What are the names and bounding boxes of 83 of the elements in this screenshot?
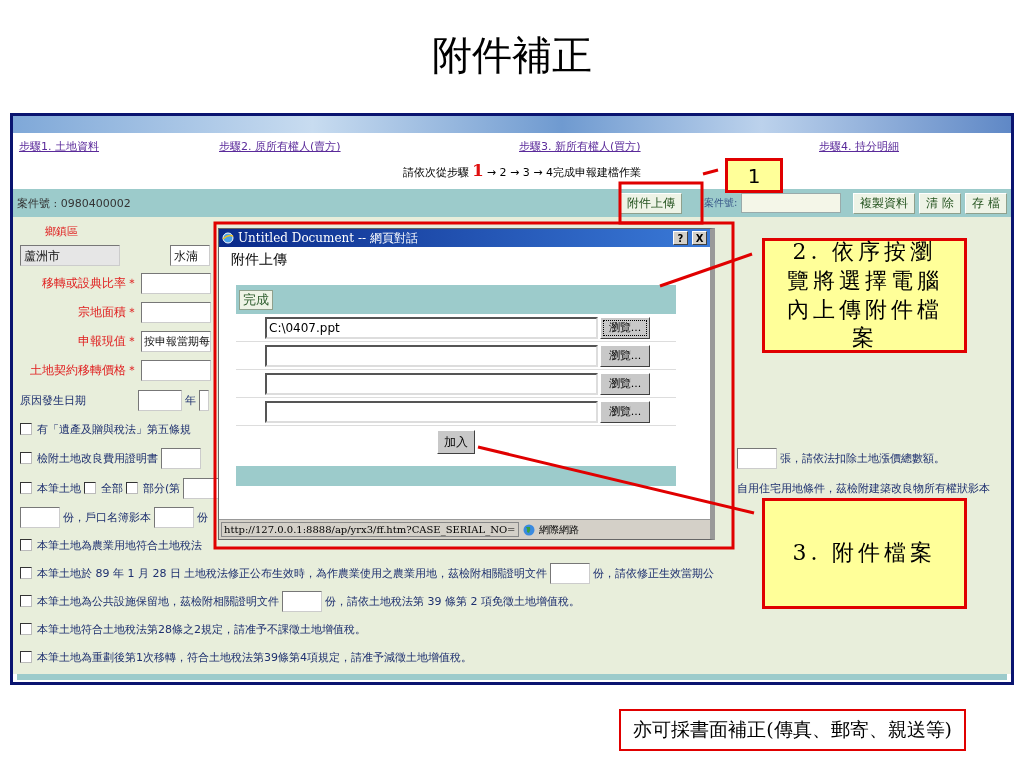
checkbox[interactable] (20, 452, 32, 464)
form-text: 本筆土地為重劃後第1次移轉，符合土地稅法第39條第4項規定，請准予減徵土地增值稅。 (37, 649, 472, 665)
browse-button[interactable]: 瀏覽... (600, 316, 650, 339)
close-button[interactable]: X (692, 231, 707, 245)
dialog-title: Untitled Document -- 網頁對話 (238, 229, 419, 247)
checkbox[interactable] (20, 595, 32, 607)
field-label: 原因發生日期 (20, 392, 87, 408)
input-field[interactable]: 水湳 (170, 244, 210, 266)
input-field[interactable] (550, 562, 591, 584)
checkbox[interactable] (20, 539, 32, 551)
step-link[interactable]: 步驟4. 持分明細 (819, 140, 899, 153)
input-field[interactable] (141, 360, 211, 381)
file-field[interactable] (265, 400, 598, 423)
input-field[interactable] (141, 302, 211, 323)
toolbar-button[interactable]: 複製資料 (853, 192, 916, 214)
browse-button[interactable]: 瀏覽... (600, 400, 650, 423)
input-field[interactable] (199, 389, 209, 411)
form-text: 有「遺產及贈與稅法」第五條規 (37, 421, 191, 437)
form-text: 本筆土地為公共設施保留地，茲檢附相關證明文件 (37, 593, 279, 609)
form-text: 份，請依土地稅法第 39 條第 2 項免徵土地增值稅。 (325, 593, 580, 609)
input-field[interactable] (141, 273, 211, 294)
step-link[interactable]: 步驟3. 新所有權人(買方) (519, 140, 641, 153)
field-label: 申報現值＊ (77, 333, 138, 350)
done-button[interactable]: 完成 (239, 290, 273, 310)
field-label: 鄉鎮區 (45, 223, 78, 239)
input-field[interactable]: 蘆洲市 (20, 244, 120, 266)
browser-icon (222, 232, 234, 244)
checkbox[interactable] (20, 567, 32, 579)
callout-text: 3. 附件檔案 (762, 498, 967, 609)
file-field[interactable]: C:\0407.ppt (265, 316, 598, 339)
form-text: 檢附土地改良費用證明書 (37, 450, 158, 466)
form-text: 自用住宅用地條件，茲檢附建築改良物所有權狀影本 (737, 480, 990, 496)
step-link[interactable]: 步驟2. 原所有權人(賣方) (219, 140, 341, 153)
file-field[interactable] (265, 344, 598, 367)
form-text: 本筆土地符合土地稅法第28條之2規定，請准予不課徵土地增值稅。 (37, 621, 366, 637)
input-field[interactable] (737, 447, 777, 469)
input-field[interactable] (154, 506, 194, 528)
step-link[interactable]: 步驟1. 土地資料 (19, 140, 99, 153)
form-text: 本筆土地於 89 年 1 月 28 日 土地稅法修正公布生效時，為作農業使用之農業用地，茲檢附相關證明文件 (37, 565, 548, 581)
checkbox[interactable] (126, 482, 138, 494)
input-field[interactable] (282, 590, 322, 612)
status-zone: 網際網路 (538, 522, 579, 537)
checkbox[interactable] (20, 651, 32, 663)
dialog-heading: 附件上傳 (230, 250, 288, 269)
form-text: 本筆土地為農業用地符合土地稅法 (37, 537, 202, 553)
browse-button[interactable]: 瀏覽... (600, 372, 650, 395)
input-field[interactable] (20, 506, 60, 528)
leader-line (702, 168, 719, 176)
input-field[interactable] (138, 389, 182, 411)
form-text: 份 (197, 509, 208, 525)
callout-text: 2. 依序按瀏覽將選擇電腦內上傳附件檔案 (762, 238, 967, 353)
checkbox[interactable] (84, 482, 96, 494)
form-text: 本筆土地 (37, 480, 81, 496)
status-url: http://127.0.0.1:8888/ap/yrx3/ff.htm?CASE_SERIAL_NO= (221, 522, 519, 537)
slide-title: 附件補正 (431, 31, 593, 80)
checkbox[interactable] (20, 623, 32, 635)
file-field[interactable] (265, 372, 598, 395)
form-text: 份，戶口名簿影本 (63, 509, 151, 525)
case-label: 案件號: (703, 196, 738, 210)
note-text: 亦可採書面補正(傳真、郵寄、親送等) (619, 709, 966, 751)
case-number: 案件號 : 0980400002 (17, 195, 132, 211)
field-label: 宗地面積＊ (77, 304, 138, 321)
case-field[interactable] (741, 193, 842, 213)
form-text: 部分(第 (143, 480, 181, 496)
checkbox[interactable] (20, 482, 32, 494)
form-text: 張，請依法扣除土地漲價總數額。 (780, 450, 945, 466)
toolbar-button[interactable]: 清 除 (919, 192, 962, 214)
help-button[interactable]: ? (673, 231, 688, 245)
browse-button[interactable]: 瀏覽... (600, 344, 650, 367)
checkbox[interactable] (20, 423, 32, 435)
upload-button[interactable]: 附件上傳 (619, 192, 682, 214)
instruction-text: 請依次從步驟 1 → 2 → 3 → 4完成申報建檔作業 (403, 160, 641, 180)
select-field[interactable]: 按申報當期每 (141, 331, 211, 352)
toolbar-button[interactable]: 存 檔 (965, 192, 1007, 214)
form-text: 份，請依修正生效當期公 (593, 565, 715, 581)
unit-label: 年 (185, 392, 196, 408)
add-button[interactable]: 加入 (437, 430, 475, 454)
callout-text: 1 (725, 158, 783, 193)
input-field[interactable] (161, 447, 201, 469)
field-label: 移轉或設典比率＊ (41, 275, 138, 292)
form-text: 全部 (101, 480, 123, 496)
globe-icon (522, 523, 535, 536)
field-label: 土地契約移轉價格＊ (29, 362, 138, 379)
